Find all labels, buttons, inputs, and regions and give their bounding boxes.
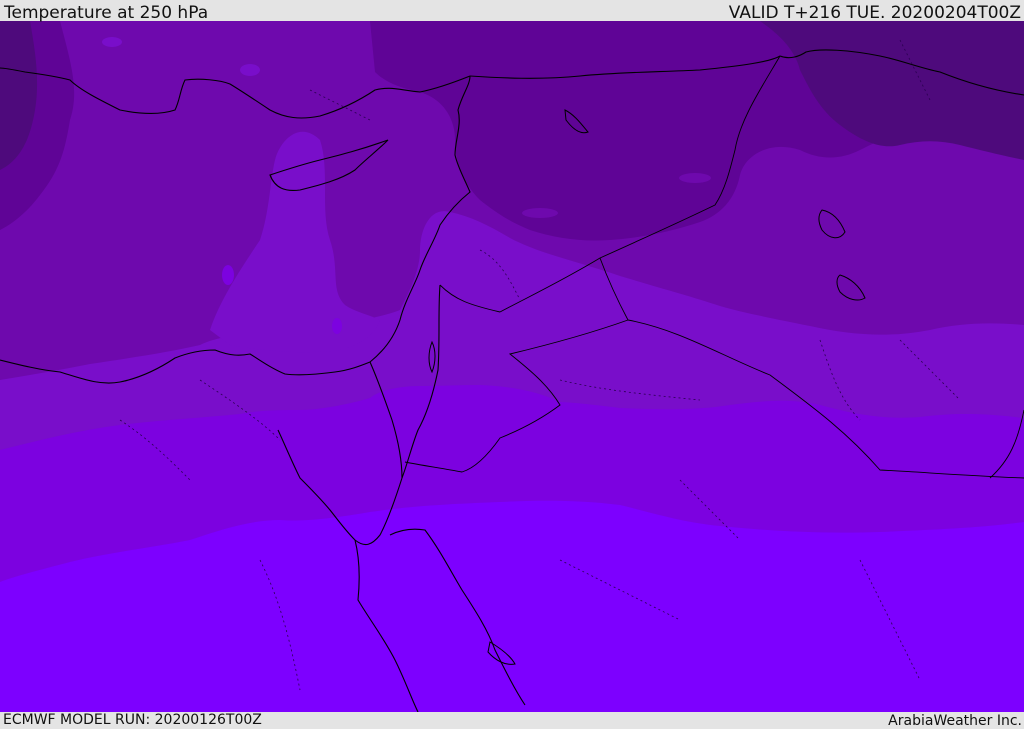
title-bar: Temperature at 250 hPa VALID T+216 TUE. … bbox=[0, 0, 1024, 23]
weather-map[interactable] bbox=[0, 21, 1024, 712]
credit-label: ArabiaWeather Inc. bbox=[888, 713, 1022, 729]
map-title: Temperature at 250 hPa bbox=[4, 3, 209, 23]
model-run-label: ECMWF MODEL RUN: 20200126T00Z bbox=[3, 712, 262, 728]
valid-time-label: VALID T+216 TUE. 20200204T00Z bbox=[728, 3, 1021, 23]
footer-bar: ECMWF MODEL RUN: 20200126T00Z ArabiaWeat… bbox=[0, 712, 1024, 729]
